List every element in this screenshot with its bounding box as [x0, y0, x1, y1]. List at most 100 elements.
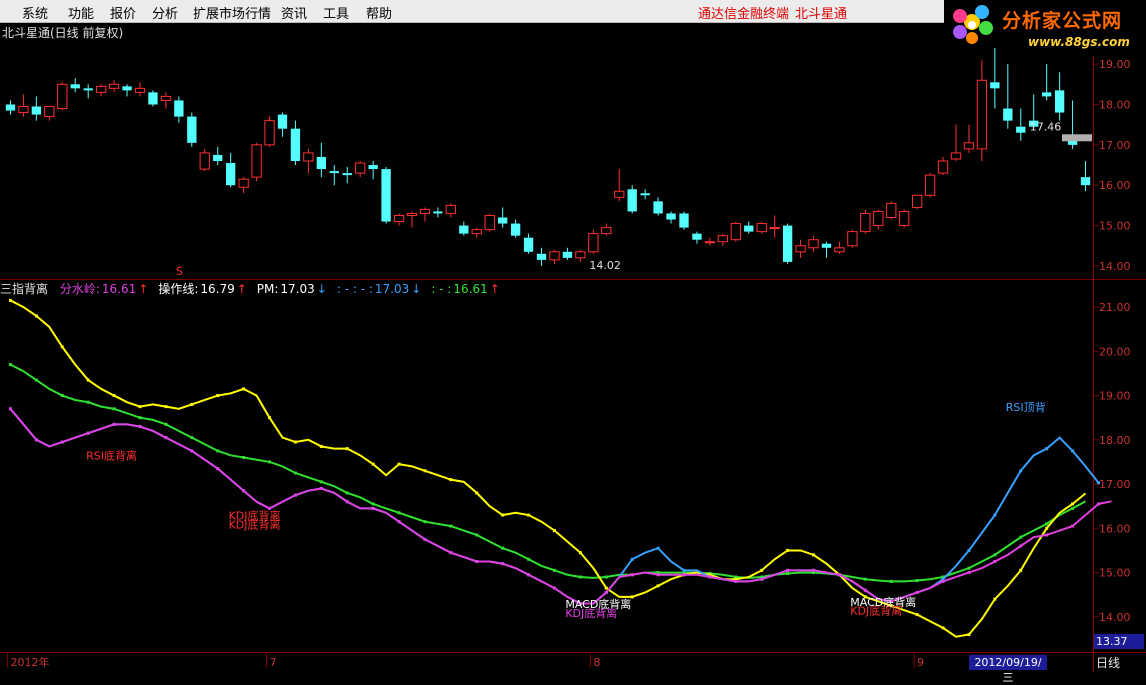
indicator-point [1019, 469, 1023, 473]
indicator-point [1096, 481, 1100, 485]
indicator-point [682, 573, 686, 577]
candle-up [95, 85, 107, 93]
price-annotation: 14.02 [589, 259, 621, 272]
indicator-series-line [9, 408, 1112, 605]
divergence-label: KDJ底背离 [850, 604, 902, 618]
indicator-point [1071, 502, 1075, 506]
candle-up [911, 194, 923, 208]
indicator-point [915, 579, 919, 583]
indicator-point [86, 400, 90, 404]
indicator-point [682, 568, 686, 572]
indicator-point [863, 577, 867, 581]
indicator-point [190, 436, 194, 440]
indicator-point [993, 597, 997, 601]
period-label[interactable]: 日线 [1096, 654, 1120, 671]
indicator-point [371, 506, 375, 510]
indicator-point [941, 579, 945, 583]
candle-down [1054, 90, 1065, 113]
high-marker-bar [1062, 134, 1092, 142]
candle-up [264, 120, 275, 146]
indicator-tick-label: 18.00 [1099, 434, 1131, 447]
candle-down [1080, 177, 1091, 186]
candle-up [976, 79, 988, 150]
indicator-point [397, 462, 401, 466]
indicator-point [630, 557, 634, 561]
candle-down [187, 116, 197, 143]
indicator-point [967, 633, 971, 637]
candle-up [251, 144, 262, 178]
indicator-point [1045, 533, 1049, 537]
indicator-point [501, 513, 505, 517]
indicator-point [1096, 502, 1100, 506]
candle-up [303, 152, 314, 162]
indicator-point [1045, 526, 1049, 530]
indicator-point [371, 502, 375, 506]
indicator-point [552, 529, 556, 533]
candle-up [57, 83, 68, 110]
candle-down [821, 243, 832, 248]
candle-up [160, 95, 172, 101]
indicator-point [60, 345, 64, 349]
candle-down [277, 114, 288, 129]
indicator-point [242, 489, 246, 493]
candle-up [18, 106, 29, 114]
candle-down [290, 128, 301, 161]
indicator-point [423, 520, 427, 524]
indicator-point [397, 520, 401, 524]
indicator-point [138, 416, 142, 420]
candle-up [808, 239, 819, 249]
indicator-tick-label: 21.00 [1099, 301, 1131, 314]
candle-down [744, 225, 754, 232]
indicator-point [837, 573, 841, 577]
indicator-point [449, 524, 453, 528]
indicator-tick-label: 19.00 [1099, 390, 1131, 403]
candle-down [83, 88, 93, 91]
price-annotation: 17.46 [1030, 120, 1062, 133]
indicator-point [760, 568, 764, 572]
time-tick-label: 8 [593, 656, 600, 669]
indicator-point [34, 378, 38, 382]
indicator-point [449, 478, 453, 482]
candle-up [717, 235, 729, 243]
price-tick-label: 17.00 [1099, 139, 1131, 152]
indicator-point [1071, 506, 1075, 510]
indicator-point [967, 548, 971, 552]
price-annotation: S [176, 265, 183, 278]
candle-up [445, 204, 457, 214]
indicator-point [630, 573, 634, 577]
candle-down [70, 84, 80, 89]
indicator-point [1019, 544, 1023, 548]
candle-up [484, 214, 495, 231]
candle-up [419, 208, 431, 214]
candle-down [523, 237, 534, 252]
divergence-label: RSI顶背 [1006, 400, 1046, 414]
price-tick-label: 16.00 [1099, 179, 1131, 192]
indicator-point [1071, 449, 1075, 453]
indicator-point [319, 444, 323, 448]
candle-up [963, 142, 975, 150]
candle-down [213, 154, 223, 161]
indicator-series-line [10, 363, 1087, 583]
indicator-point [423, 469, 427, 473]
candle-up [937, 160, 949, 174]
candle-up [847, 231, 858, 247]
candle-down [342, 173, 352, 176]
indicator-point [889, 579, 893, 583]
candle-down [1042, 92, 1052, 97]
candle-down [536, 253, 547, 260]
candle-down [226, 163, 236, 186]
indicator-point [449, 551, 453, 555]
indicator-point [112, 394, 116, 398]
indicator-point [268, 416, 272, 420]
indicator-point [1019, 568, 1023, 572]
candle-down [990, 82, 1000, 89]
indicator-point [345, 491, 349, 495]
indicator-point [656, 573, 660, 577]
indicator-point [242, 456, 246, 460]
indicator-point [527, 557, 531, 561]
divergence-label: KDJ底背离 [229, 517, 281, 531]
indicator-point [164, 436, 168, 440]
indicator-point [138, 425, 142, 429]
indicator-point [578, 575, 582, 579]
price-tick-label: 14.00 [1099, 260, 1131, 273]
